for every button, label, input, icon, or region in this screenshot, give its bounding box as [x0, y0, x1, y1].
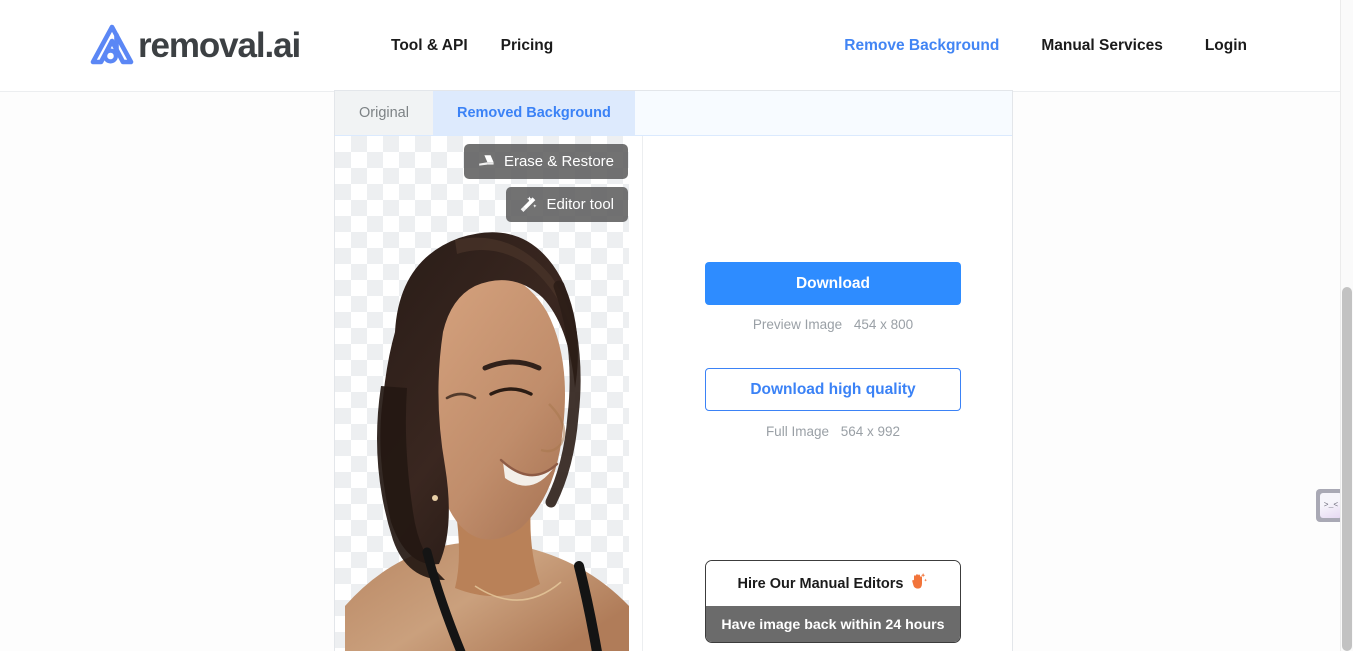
nav-item-remove-background[interactable]: Remove Background: [844, 37, 999, 55]
brand-name: removal.ai: [138, 26, 301, 65]
preview-image-size: 454 x 800: [853, 317, 914, 332]
nav-item-login[interactable]: Login: [1205, 37, 1247, 55]
nav-item-manual-services[interactable]: Manual Services: [1041, 37, 1162, 55]
full-image-size: 564 x 992: [840, 424, 901, 439]
primary-nav: Tool & API Pricing: [391, 0, 553, 92]
pane-divider: [629, 136, 642, 651]
editor-tool-label: Editor tool: [546, 196, 614, 213]
page-scrollbar-thumb[interactable]: [1342, 287, 1352, 651]
editor-tabs: Original Removed Background: [335, 91, 1012, 136]
preview-image-meta: Preview Image 454 x 800: [705, 317, 961, 332]
nav-item-tool-api[interactable]: Tool & API: [391, 37, 468, 55]
nav-item-pricing[interactable]: Pricing: [501, 37, 554, 55]
download-high-quality-button[interactable]: Download high quality: [705, 368, 961, 411]
full-image-meta: Full Image 564 x 992: [705, 424, 961, 439]
removal-ai-logo-icon: [88, 22, 136, 70]
brand-logo-link[interactable]: removal.ai: [88, 22, 301, 70]
preview-image-label: Preview Image: [752, 317, 843, 332]
feedback-widget-face: >_<: [1320, 493, 1342, 518]
secondary-nav: Remove Background Manual Services Login: [844, 0, 1247, 92]
magic-wand-icon: [520, 196, 537, 213]
editor-body: Erase & Restore Editor tool Download Pre…: [335, 136, 1012, 651]
hire-manual-editors-header: Hire Our Manual Editors: [706, 561, 960, 606]
editor-tool-button[interactable]: Editor tool: [506, 187, 628, 222]
page-root: removal.ai Tool & API Pricing Remove Bac…: [0, 0, 1353, 651]
tab-removed-background[interactable]: Removed Background: [432, 91, 635, 135]
hire-manual-editors-title: Hire Our Manual Editors: [737, 575, 904, 592]
hire-manual-editors-card[interactable]: Hire Our Manual Editors Have image back …: [705, 560, 961, 643]
hire-manual-editors-subtitle: Have image back within 24 hours: [706, 606, 960, 642]
editor-card: Original Removed Background Erase & Rest…: [334, 90, 1013, 651]
tab-original[interactable]: Original: [335, 91, 433, 135]
full-image-label: Full Image: [765, 424, 829, 439]
erase-and-restore-label: Erase & Restore: [503, 153, 614, 170]
image-canvas[interactable]: Erase & Restore Editor tool: [335, 136, 629, 651]
raised-hand-sparkle-icon: [908, 572, 928, 596]
eraser-icon: [478, 154, 495, 169]
download-panel: Download Preview Image 454 x 800 Downloa…: [642, 136, 1012, 651]
erase-and-restore-button[interactable]: Erase & Restore: [463, 144, 628, 179]
site-header: removal.ai Tool & API Pricing Remove Bac…: [0, 0, 1340, 92]
download-button[interactable]: Download: [705, 262, 961, 305]
page-scrollbar[interactable]: [1340, 0, 1353, 651]
canvas-action-buttons: Erase & Restore Editor tool: [463, 144, 628, 222]
